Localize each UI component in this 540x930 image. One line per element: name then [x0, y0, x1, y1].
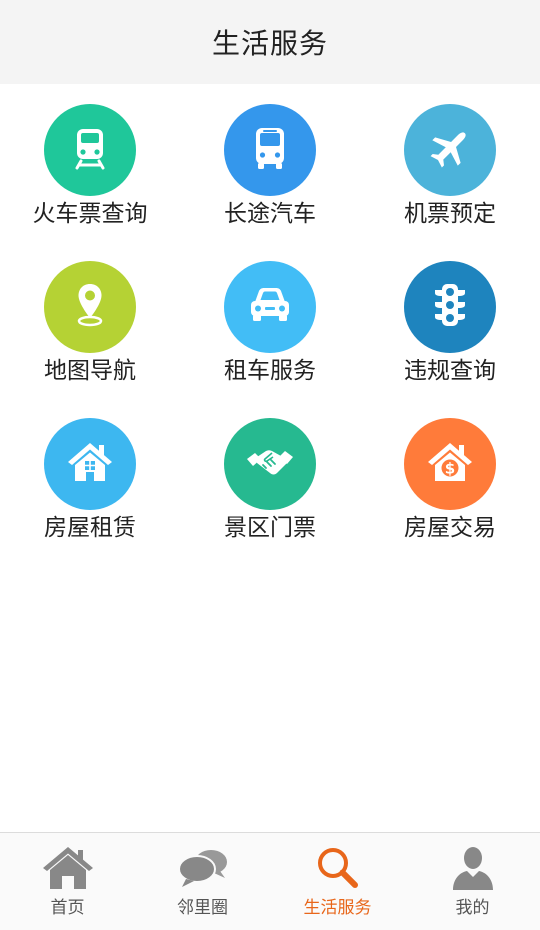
services-content: 火车票查询 长途汽车 机票预定 地图导航 租车服务 违规查询 房屋租赁 景区门票… [0, 84, 540, 832]
service-circle [224, 261, 316, 353]
tab-home[interactable]: 首页 [0, 833, 135, 930]
house-icon [63, 435, 117, 493]
service-flight-booking[interactable]: 机票预定 [360, 104, 540, 261]
service-label: 机票预定 [404, 201, 496, 227]
page-title: 生活服务 [211, 27, 328, 60]
service-label: 长途汽车 [224, 201, 316, 227]
service-car-rental[interactable]: 租车服务 [180, 261, 360, 418]
services-row-1: 火车票查询 长途汽车 机票预定 [0, 104, 540, 261]
tab-life-services[interactable]: 生活服务 [270, 833, 405, 930]
service-circle: $ [404, 418, 496, 510]
svg-text:$: $ [445, 460, 455, 478]
app-header: 生活服务 [0, 0, 540, 84]
service-label: 违规查询 [404, 358, 496, 384]
handshake-icon [243, 435, 297, 493]
airplane-icon [423, 121, 477, 179]
map-pin-icon [63, 278, 117, 336]
tab-label: 邻里圈 [177, 898, 228, 918]
service-label: 景区门票 [224, 515, 316, 541]
service-circle [224, 418, 316, 510]
chat-bubbles-icon [176, 845, 230, 891]
service-circle [224, 104, 316, 196]
service-house-trading[interactable]: $ 房屋交易 [360, 418, 540, 575]
service-label: 房屋交易 [404, 515, 496, 541]
service-circle [404, 261, 496, 353]
bus-icon [243, 121, 297, 179]
user-icon [446, 845, 500, 891]
service-circle [404, 104, 496, 196]
tab-label: 生活服务 [303, 898, 372, 918]
service-label: 房屋租赁 [44, 515, 136, 541]
services-grid: 火车票查询 长途汽车 机票预定 地图导航 租车服务 违规查询 房屋租赁 景区门票… [0, 104, 540, 575]
service-label: 地图导航 [44, 358, 136, 384]
services-row-3: 房屋租赁 景区门票 $ 房屋交易 [0, 418, 540, 575]
tab-label: 我的 [455, 898, 490, 918]
service-map-navigation[interactable]: 地图导航 [0, 261, 180, 418]
tab-label: 首页 [50, 898, 85, 918]
service-circle [44, 261, 136, 353]
service-violation-query[interactable]: 违规查询 [360, 261, 540, 418]
home-icon [41, 845, 95, 891]
service-train-tickets[interactable]: 火车票查询 [0, 104, 180, 261]
house-dollar-icon: $ [423, 435, 477, 493]
traffic-light-icon [423, 278, 477, 336]
service-scenic-tickets[interactable]: 景区门票 [180, 418, 360, 575]
service-house-rental[interactable]: 房屋租赁 [0, 418, 180, 575]
service-label: 租车服务 [224, 358, 316, 384]
train-icon [63, 121, 117, 179]
services-row-2: 地图导航 租车服务 违规查询 [0, 261, 540, 418]
search-icon [311, 845, 365, 891]
car-icon [243, 278, 297, 336]
tab-mine[interactable]: 我的 [405, 833, 540, 930]
service-circle [44, 104, 136, 196]
service-circle [44, 418, 136, 510]
service-long-distance-bus[interactable]: 长途汽车 [180, 104, 360, 261]
service-label: 火车票查询 [32, 201, 148, 227]
bottom-tab-bar: 首页 邻里圈 生活服务 我的 [0, 832, 540, 930]
tab-neighborhood[interactable]: 邻里圈 [135, 833, 270, 930]
